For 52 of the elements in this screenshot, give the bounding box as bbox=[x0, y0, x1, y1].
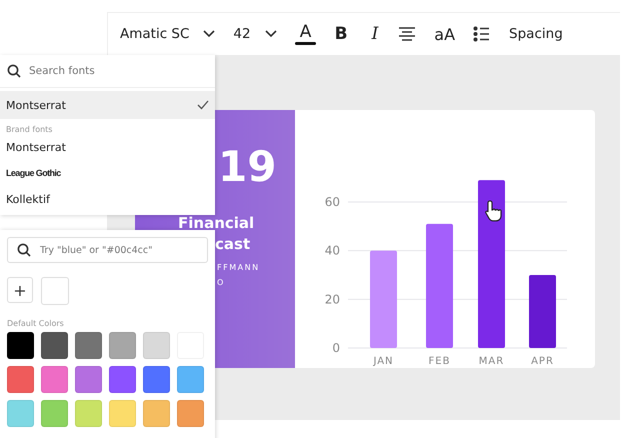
color-swatch[interactable] bbox=[75, 366, 102, 393]
search-icon bbox=[7, 64, 21, 78]
letter-case-button[interactable]: aA bbox=[434, 24, 456, 44]
search-icon bbox=[17, 243, 31, 257]
hand-cursor-icon bbox=[485, 200, 502, 222]
color-swatch[interactable] bbox=[7, 400, 34, 427]
slide-byline: O bbox=[217, 278, 226, 287]
color-swatch[interactable] bbox=[143, 332, 170, 359]
add-color-button[interactable]: + bbox=[7, 277, 33, 303]
color-swatch[interactable] bbox=[109, 366, 136, 393]
section-label: Default Colors bbox=[7, 318, 65, 330]
color-swatch[interactable] bbox=[143, 366, 170, 393]
slide-year: 19 bbox=[218, 143, 278, 191]
empty-swatch[interactable] bbox=[41, 277, 69, 305]
align-center-icon[interactable] bbox=[398, 27, 416, 41]
bar[interactable] bbox=[478, 180, 505, 348]
font-size-dropdown[interactable]: 42 bbox=[233, 26, 251, 42]
color-swatch[interactable] bbox=[75, 400, 102, 427]
x-axis-label: MAR bbox=[478, 356, 504, 367]
check-icon bbox=[197, 100, 209, 110]
color-swatch[interactable] bbox=[41, 400, 68, 427]
font-dropdown[interactable]: Amatic SC bbox=[120, 26, 190, 42]
color-swatch[interactable] bbox=[7, 332, 34, 359]
y-tick-label: 40 bbox=[324, 244, 340, 258]
x-axis-label: APR bbox=[531, 356, 554, 367]
list-icon[interactable] bbox=[473, 26, 490, 42]
section-label: Brand fonts bbox=[5, 124, 54, 134]
color-swatch[interactable] bbox=[7, 366, 34, 393]
x-axis-label: FEB bbox=[428, 356, 450, 367]
slide-title: cast bbox=[215, 235, 252, 253]
bold-button[interactable]: B bbox=[334, 24, 348, 44]
color-swatch[interactable] bbox=[143, 400, 170, 427]
chevron-down-icon[interactable] bbox=[264, 30, 277, 38]
color-swatch[interactable] bbox=[177, 366, 204, 393]
color-swatch[interactable] bbox=[41, 332, 68, 359]
color-swatch[interactable] bbox=[109, 400, 136, 427]
y-tick-label: 0 bbox=[332, 341, 340, 355]
slide-title: Financial bbox=[178, 216, 256, 230]
slide-byline: FFMANN bbox=[217, 263, 261, 272]
color-swatch[interactable] bbox=[109, 332, 136, 359]
y-tick-label: 60 bbox=[324, 195, 340, 210]
spacing-button[interactable]: Spacing bbox=[509, 26, 563, 42]
color-search-field[interactable]: Try "blue" or "#00c4cc" bbox=[7, 237, 208, 263]
color-swatch[interactable] bbox=[75, 332, 102, 359]
y-tick-label: 20 bbox=[324, 292, 340, 306]
italic-button[interactable]: I bbox=[372, 24, 378, 44]
x-axis-label: JAN bbox=[373, 356, 394, 367]
font-item[interactable]: Montserrat bbox=[0, 91, 215, 119]
color-swatch[interactable] bbox=[177, 400, 204, 427]
color-swatch[interactable] bbox=[41, 366, 68, 393]
chevron-down-icon[interactable] bbox=[203, 30, 216, 38]
text-color-button[interactable]: A bbox=[294, 24, 317, 44]
